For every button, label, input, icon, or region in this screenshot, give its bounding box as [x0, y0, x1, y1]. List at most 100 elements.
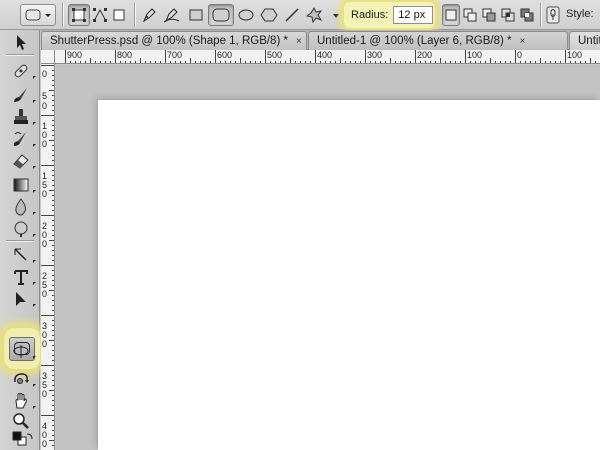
ruler-label: 600 — [217, 50, 233, 60]
eraser-icon — [13, 154, 29, 169]
geometry-options-button[interactable] — [331, 4, 341, 26]
ruler-label: 0 — [42, 139, 48, 149]
clone-stamp-tool[interactable] — [0, 106, 40, 128]
tab-close-icon[interactable]: × — [519, 36, 525, 47]
ruler-label: 0 — [42, 189, 48, 199]
rounded-rectangle-button[interactable] — [208, 4, 234, 26]
flyout-indicator — [33, 100, 36, 103]
type-tool[interactable] — [0, 266, 40, 288]
tab-untitled-1[interactable]: Untitled-1 @ 100% (Layer 6, RGB/8) * × — [308, 31, 568, 50]
ruler-label: 0 — [517, 50, 523, 60]
history-brush-tool[interactable] — [0, 128, 40, 150]
ruler-label: 5 — [42, 91, 48, 101]
ellipse-button[interactable] — [236, 4, 256, 26]
pen-tool[interactable] — [0, 244, 40, 266]
tool-preset-picker[interactable] — [20, 4, 56, 26]
ruler-label: 0 — [42, 101, 48, 111]
line-icon — [285, 8, 299, 22]
fill-pixels-icon — [113, 9, 125, 21]
flyout-indicator — [33, 234, 36, 237]
3d-orbit-icon — [14, 373, 29, 384]
rectangle-icon — [189, 9, 203, 21]
document-tabs: ShutterPress.psd @ 100% (Shape 1, RGB/8)… — [41, 30, 600, 50]
move-tool[interactable] — [0, 32, 40, 54]
3d-rotate-icon — [13, 345, 29, 358]
line-button[interactable] — [283, 4, 301, 26]
custom-shape-button[interactable] — [305, 4, 331, 26]
intersect-shape-button[interactable] — [499, 4, 517, 26]
flyout-indicator — [33, 144, 36, 147]
freeform-pen-button[interactable] — [161, 4, 183, 26]
3d-orbit-tool[interactable] — [0, 368, 40, 390]
blur-icon — [15, 198, 26, 216]
color-swatches-icon — [12, 431, 33, 446]
flyout-indicator — [33, 282, 36, 285]
radius-input[interactable] — [393, 6, 434, 24]
intersect-icon — [501, 8, 515, 22]
fill-pixels-button[interactable] — [110, 4, 128, 26]
subtract-icon — [482, 8, 496, 22]
ruler-label: 0 — [42, 389, 48, 399]
link-style-button[interactable] — [544, 4, 562, 26]
radius-label: Radius: — [351, 9, 389, 21]
flyout-indicator — [33, 304, 36, 307]
shape-preset-icon — [25, 9, 51, 21]
vertical-ruler[interactable]: 0 5 0 1 0 0 1 5 0 2 0 0 2 5 0 3 0 0 3 5 … — [41, 50, 55, 450]
rounded-rectangle-icon — [212, 8, 230, 22]
document-canvas[interactable] — [98, 100, 600, 450]
ruler-label: 700 — [167, 50, 183, 60]
flyout-indicator — [33, 166, 36, 169]
3d-rotate-tool[interactable] — [0, 340, 40, 362]
hand-tool[interactable] — [0, 390, 40, 412]
path-selection-icon — [16, 292, 26, 306]
add-to-shape-icon — [463, 8, 477, 22]
ruler-origin[interactable] — [41, 50, 55, 64]
ruler-label: 100 — [567, 50, 583, 60]
dodge-icon — [14, 221, 28, 237]
healing-brush-icon — [14, 64, 28, 78]
link-style-icon — [546, 6, 560, 24]
dodge-tool[interactable] — [0, 218, 40, 240]
paths-button[interactable] — [90, 4, 110, 26]
brush-icon — [14, 88, 27, 102]
eraser-tool[interactable] — [0, 150, 40, 172]
ruler-label: 100 — [467, 50, 483, 60]
freeform-pen-icon — [163, 8, 180, 23]
ruler-label: 200 — [417, 50, 433, 60]
divider — [62, 3, 64, 27]
dropdown-arrow-icon — [333, 14, 339, 18]
subtract-shape-button[interactable] — [480, 4, 498, 26]
add-to-shape-button[interactable] — [461, 4, 479, 26]
path-selection-tool[interactable] — [0, 288, 40, 310]
pen-button[interactable] — [139, 4, 159, 26]
ruler-label: 0 — [42, 69, 48, 79]
rectangle-button[interactable] — [186, 4, 206, 26]
horizontal-ruler[interactable]: 900 800 700 600 500 400 300 200 100 0 10… — [55, 50, 600, 64]
healing-brush-tool[interactable] — [0, 60, 40, 82]
flyout-indicator — [33, 122, 36, 125]
flyout-indicator — [33, 260, 36, 263]
brush-tool[interactable] — [0, 84, 40, 106]
type-tool-icon — [14, 270, 28, 285]
tab-close-icon[interactable]: × — [296, 36, 302, 47]
shape-layers-button[interactable] — [68, 4, 90, 26]
ruler-label: 0 — [42, 339, 48, 349]
hand-tool-icon — [15, 393, 27, 409]
ruler-label: 0 — [42, 239, 48, 249]
tab-label: Untitled-1 @ 100% (Layer 6, RGB/8) * — [317, 35, 512, 47]
color-swatches[interactable] — [0, 428, 40, 450]
tab-untitled-2[interactable]: Untitled-2 @ — [569, 31, 600, 50]
polygon-icon — [260, 8, 278, 22]
exclude-shape-button[interactable] — [518, 4, 536, 26]
new-layer-button[interactable] — [442, 4, 460, 26]
flyout-indicator — [33, 384, 36, 387]
blur-tool[interactable] — [0, 196, 40, 218]
polygon-button[interactable] — [259, 4, 279, 26]
tab-shutterpress[interactable]: ShutterPress.psd @ 100% (Shape 1, RGB/8)… — [41, 31, 307, 50]
ruler-label: 900 — [67, 50, 83, 60]
tool-divider — [6, 54, 34, 56]
options-bar: Radius: 12 px Style: — [0, 0, 600, 30]
gradient-tool[interactable] — [0, 174, 40, 196]
ellipse-icon — [238, 9, 254, 21]
flyout-indicator — [33, 190, 36, 193]
